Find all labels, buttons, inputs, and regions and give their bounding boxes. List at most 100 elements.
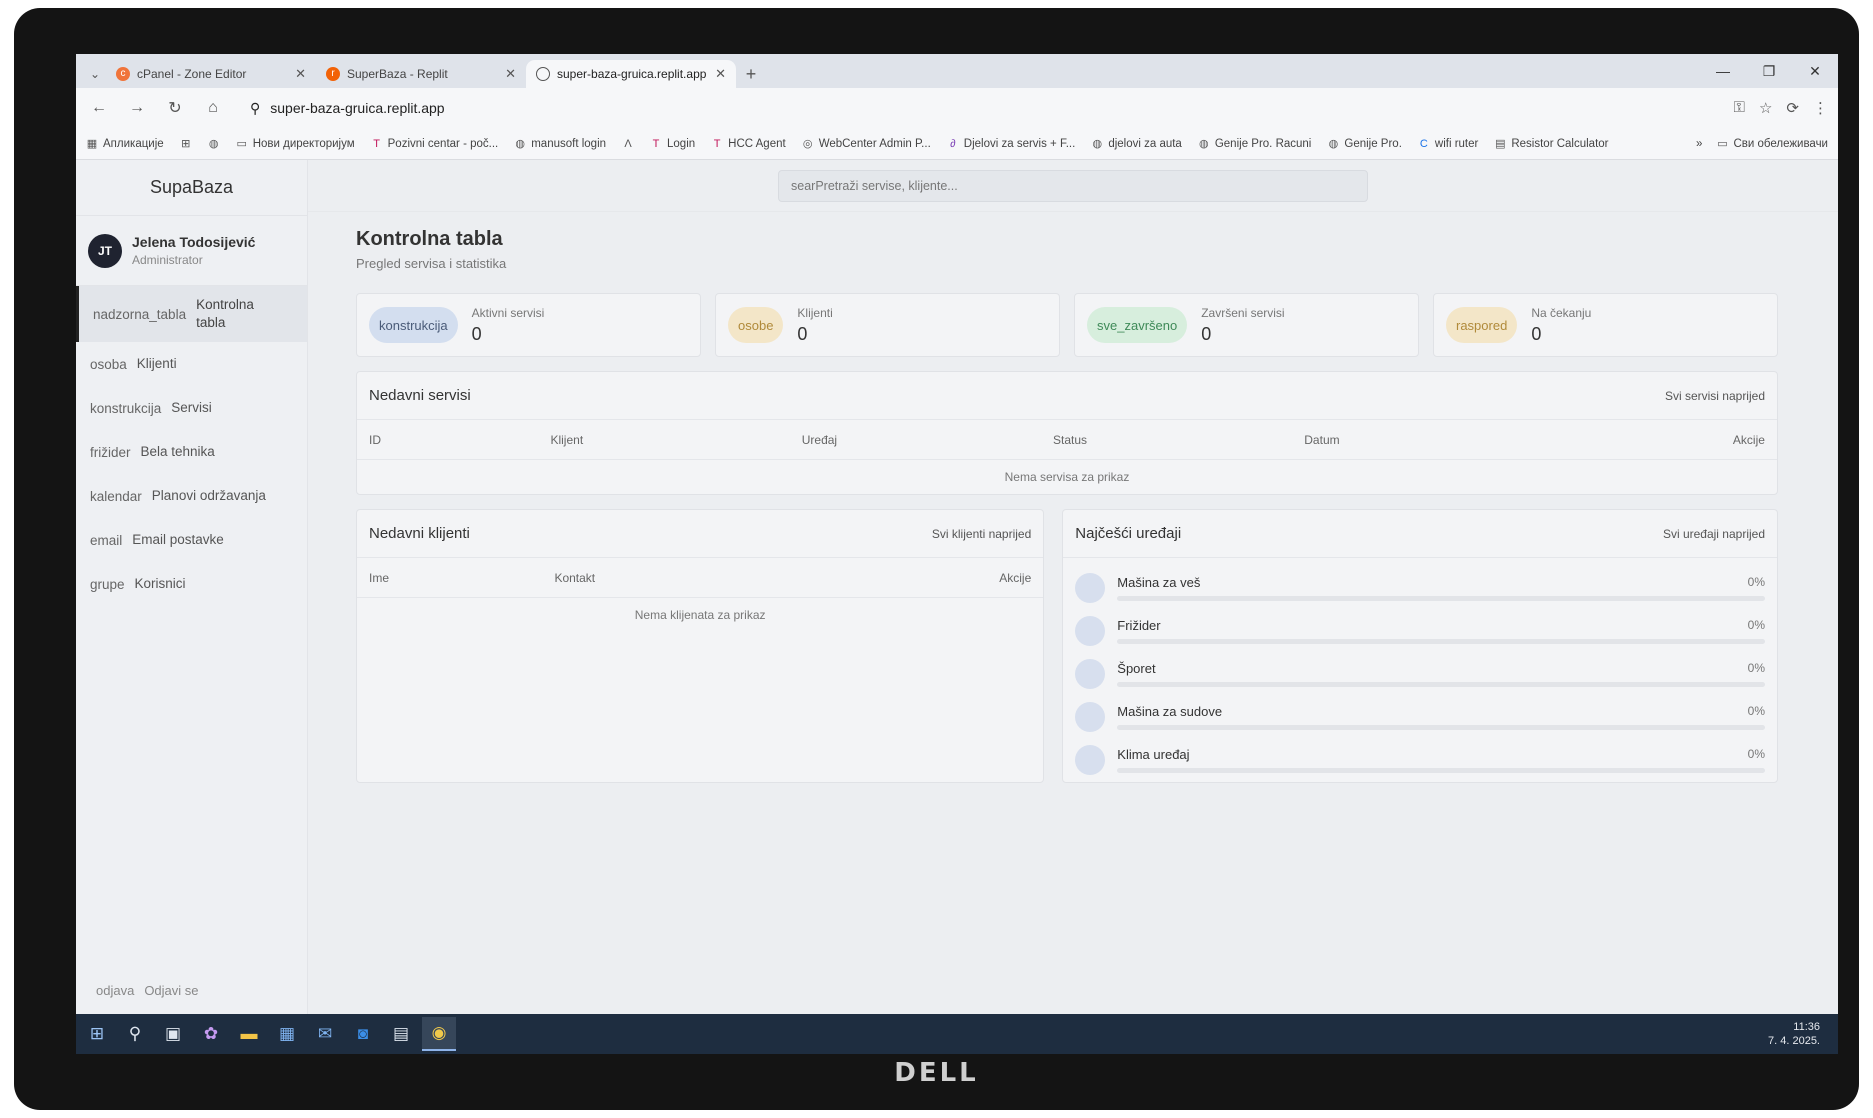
top-devices-card: Najčešći uređaji Svi uređaji naprijed Ma… — [1062, 509, 1778, 783]
sidebar-item-maintenance[interactable]: kalendar Planovi održavanja — [76, 474, 307, 518]
bookmark-genije-racuni[interactable]: ◍ Genije Pro. Racuni — [1198, 138, 1311, 151]
stat-value: 0 — [1201, 323, 1212, 344]
close-window-icon[interactable]: ✕ — [1792, 54, 1838, 88]
search-input[interactable] — [778, 169, 1368, 202]
column-header[interactable]: Uređaj — [802, 433, 1053, 447]
column-header[interactable]: Status — [1053, 433, 1304, 447]
mail-icon[interactable]: ✉ — [308, 1017, 342, 1051]
close-icon[interactable]: ✕ — [295, 66, 306, 82]
address-bar[interactable]: ⚲ super-baza-gruica.replit.app — [238, 93, 1722, 123]
all-services-link[interactable]: Svi servisi naprijed — [1665, 389, 1765, 403]
brand-logo[interactable]: SupaBaza — [76, 160, 307, 216]
sidebar-item-label: Klijenti — [136, 356, 177, 371]
all-clients-link[interactable]: Svi klijenti naprijed — [932, 527, 1031, 541]
column-header[interactable]: Klijent — [550, 433, 801, 447]
windows-start-icon[interactable]: ⊞ — [80, 1017, 114, 1051]
tab-super-baza[interactable]: super-baza-gruica.replit.app ✕ — [526, 60, 736, 88]
device-progress-bar — [1117, 595, 1765, 601]
star-icon[interactable]: ☆ — [1759, 99, 1772, 117]
calculator-icon[interactable]: ▤ — [384, 1017, 418, 1051]
sidebar-item-label: Bela tehnika — [140, 444, 215, 459]
column-header[interactable]: ID — [369, 433, 550, 447]
minimize-icon[interactable]: — — [1700, 54, 1746, 88]
bookmark-folder[interactable]: ▭ Нови директоријум — [236, 138, 354, 151]
bookmark-webcenter[interactable]: ◎ WebCenter Admin P... — [802, 138, 931, 151]
stat-card-active-services[interactable]: konstrukcija Aktivni servisi 0 — [356, 293, 701, 357]
device-item: Klima uređaj 0% — [1075, 738, 1765, 781]
tab-search-icon[interactable]: ⌄ — [84, 60, 106, 88]
card-title: Nedavni klijenti — [369, 525, 470, 542]
calculator-icon: ▤ — [1495, 138, 1506, 150]
back-icon[interactable]: ← — [86, 95, 112, 121]
file-explorer-icon[interactable]: ▬ — [232, 1017, 266, 1051]
copilot-icon[interactable]: ✿ — [194, 1017, 228, 1051]
all-bookmarks[interactable]: ▭ Сви обележивачи — [1716, 138, 1828, 151]
stat-card-pending[interactable]: raspored Na čekanju 0 — [1433, 293, 1778, 357]
search-icon[interactable]: ⚲ — [118, 1017, 152, 1051]
t-icon: T — [713, 137, 721, 150]
main-content: Kontrolna tabla Pregled servisa i statis… — [308, 160, 1838, 1014]
bookmark-djelovi-auta[interactable]: ◍ djelovi za auta — [1091, 138, 1182, 151]
device-progress-bar — [1117, 681, 1765, 687]
menu-icon[interactable]: ⋮ — [1813, 99, 1828, 117]
bookmark-apps[interactable]: ▦ Апликације — [86, 138, 164, 151]
bottom-row: Nedavni klijenti Svi klijenti naprijed I… — [356, 509, 1778, 783]
sidebar-item-appliances[interactable]: frižider Bela tehnika — [76, 430, 307, 474]
stat-label: Aktivni servisi — [471, 305, 545, 320]
bookmark-login[interactable]: T Login — [650, 137, 696, 150]
site-info-icon[interactable]: ⚲ — [250, 100, 260, 117]
sidebar-item-email[interactable]: email Email postavke — [76, 518, 307, 562]
sidebar-item-services[interactable]: konstrukcija Servisi — [76, 386, 307, 430]
stat-card-completed-services[interactable]: sve_završeno Završeni servisi 0 — [1074, 293, 1419, 357]
bookmark-manusoft[interactable]: ◍ manusoft login — [514, 138, 606, 151]
chrome-icon[interactable]: ◉ — [422, 1017, 456, 1051]
t-icon: T — [652, 137, 660, 150]
forward-icon[interactable]: → — [124, 95, 150, 121]
new-tab-button[interactable]: + — [736, 60, 766, 88]
maximize-icon[interactable]: ❐ — [1746, 54, 1792, 88]
clock-time: 11:36 — [1793, 1021, 1820, 1033]
outlook-icon[interactable]: ◙ — [346, 1017, 380, 1051]
bookmark-wifi[interactable]: Cwifi ruter — [1418, 138, 1478, 150]
table-header: Ime Kontakt Akcije — [357, 558, 1044, 598]
bookmark-pozivni[interactable]: T Pozivni centar - poč... — [371, 138, 498, 150]
system-clock[interactable]: 11:36 7. 4. 2025. — [1768, 1020, 1834, 1048]
device-percent: 0% — [1747, 618, 1765, 632]
folder-icon: ▭ — [236, 138, 247, 150]
bookmark-genije[interactable]: ◍ Genije Pro. — [1327, 138, 1402, 151]
sidebar-nav: nadzorna_tabla Kontrolna tabla osoba Kli… — [76, 286, 307, 606]
column-header[interactable]: Kontakt — [554, 571, 898, 585]
sidebar-item-users[interactable]: grupe Korisnici — [76, 562, 307, 606]
dashboard: Kontrolna tabla Pregled servisa i statis… — [308, 212, 1838, 783]
bookmark-hcc[interactable]: T HCC Agent — [711, 138, 786, 150]
stat-card-clients[interactable]: osobe Klijenti 0 — [715, 293, 1060, 357]
password-key-icon[interactable]: ⚿ — [1734, 99, 1745, 117]
close-icon[interactable]: ✕ — [505, 66, 516, 82]
bookmark-a[interactable]: Λ — [622, 138, 634, 150]
task-view-icon[interactable]: ▣ — [156, 1017, 190, 1051]
more-bookmarks-icon[interactable]: » — [1696, 138, 1702, 150]
card-header: Najčešći uređaji Svi uređaji naprijed — [1063, 510, 1777, 558]
logout-button[interactable]: odjava Odjavi se — [76, 966, 307, 1014]
sidebar-item-dashboard[interactable]: nadzorna_tabla Kontrolna tabla — [76, 286, 307, 342]
column-header[interactable]: Ime — [369, 571, 554, 585]
bookmark-globe[interactable]: ◍ — [208, 138, 220, 150]
close-icon[interactable]: ✕ — [715, 66, 726, 82]
store-icon[interactable]: ▦ — [270, 1017, 304, 1051]
bookmark-grid[interactable]: ⊞ — [180, 138, 192, 150]
sync-icon[interactable]: ⟳ — [1786, 99, 1799, 117]
globe-icon: ◍ — [515, 138, 526, 150]
all-devices-link[interactable]: Svi uređaji naprijed — [1663, 527, 1765, 541]
bookmark-resistor[interactable]: ▤ Resistor Calculator — [1494, 138, 1608, 151]
user-profile[interactable]: JT Jelena Todosijević Administrator — [76, 216, 307, 286]
home-icon[interactable]: ⌂ — [200, 95, 226, 121]
reload-icon[interactable]: ↻ — [162, 95, 188, 121]
tab-cpanel[interactable]: c cPanel - Zone Editor ✕ — [106, 60, 316, 88]
sidebar-item-clients[interactable]: osoba Klijenti — [76, 342, 307, 386]
tab-replit[interactable]: r SuperBaza - Replit ✕ — [316, 60, 526, 88]
bookmark-djelovi-servis[interactable]: ∂ Djelovi za servis + F... — [947, 138, 1075, 150]
stat-value: 0 — [797, 323, 808, 344]
column-header[interactable]: Datum — [1304, 433, 1555, 447]
device-list: Mašina za veš 0% Frižider 0% Šporet 0% M… — [1063, 558, 1777, 781]
stat-label: Klijenti — [797, 305, 833, 320]
